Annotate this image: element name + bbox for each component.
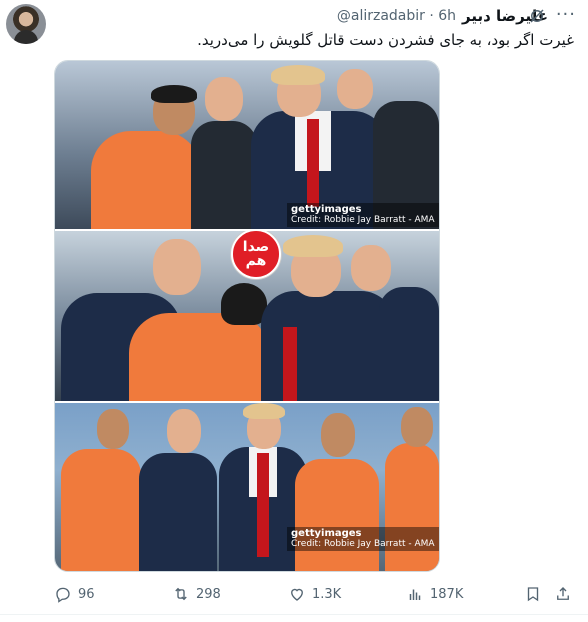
referee-figure <box>129 313 269 401</box>
bookmark-icon <box>527 587 539 602</box>
referee-head-1 <box>97 409 129 449</box>
referee-figure-2 <box>295 459 379 571</box>
views-button[interactable]: 187K <box>406 580 463 608</box>
referee-hair <box>151 85 197 103</box>
suited-man-figure <box>261 291 395 401</box>
repost-icon <box>175 587 187 601</box>
official-figure <box>139 453 217 571</box>
share-button[interactable] <box>554 580 578 608</box>
like-button[interactable]: 1.3K <box>288 580 341 608</box>
referee-head-3 <box>401 407 433 447</box>
official-head <box>153 239 201 295</box>
referee-head <box>221 283 267 325</box>
red-tie <box>307 119 319 207</box>
divider <box>0 614 588 615</box>
author-handle-time[interactable]: @alirzadabir · 6h <box>337 8 456 24</box>
red-tie <box>257 453 269 557</box>
red-tie <box>283 327 297 401</box>
official-figure <box>191 121 257 229</box>
tweet-text: غیرت اگر بود، به جای فشردن دست قاتل گلوی… <box>197 31 574 49</box>
grok-icon[interactable] <box>528 7 546 25</box>
views-icon <box>409 589 421 600</box>
bodyguard-figure <box>379 287 439 401</box>
referee-figure <box>91 131 201 229</box>
sedaham-logo: صدا هم <box>231 231 281 279</box>
repost-count: 298 <box>196 586 221 602</box>
like-count: 1.3K <box>312 586 342 602</box>
action-bar: 96 298 1.3K 187K <box>54 580 578 608</box>
bookmark-button[interactable] <box>524 580 548 608</box>
avatar[interactable] <box>6 4 46 44</box>
bodyguard-head <box>351 245 391 291</box>
suited-man-hair <box>283 235 343 257</box>
share-icon <box>557 587 569 600</box>
repost-button[interactable]: 298 <box>172 580 221 608</box>
reply-icon <box>56 587 70 603</box>
reply-button[interactable]: 96 <box>54 580 95 608</box>
bodyguard-head <box>337 69 373 109</box>
photo-handshake[interactable]: gettyimages Credit: Robbie Jay Barratt -… <box>55 61 439 229</box>
tweet-media[interactable]: gettyimages Credit: Robbie Jay Barratt -… <box>54 60 440 572</box>
official-head <box>167 409 201 453</box>
heart-icon <box>291 588 303 601</box>
photo-medal[interactable]: صدا هم <box>55 231 439 401</box>
reply-count: 96 <box>78 586 95 602</box>
official-head <box>205 77 243 121</box>
photo-group[interactable]: gettyimages Credit: Robbie Jay Barratt -… <box>55 403 439 571</box>
referee-figure-3 <box>385 443 439 571</box>
more-icon[interactable]: ··· <box>556 6 576 24</box>
tweet: @alirzadabir · 6h علیرضا دبیر ··· غیرت ا… <box>0 0 588 622</box>
views-count: 187K <box>430 586 464 602</box>
suited-man-hair <box>243 403 285 419</box>
referee-figure-1 <box>61 449 141 571</box>
referee-head-2 <box>321 413 355 457</box>
tweet-header: @alirzadabir · 6h علیرضا دبیر <box>56 6 548 26</box>
suited-man-hair <box>271 65 325 85</box>
getty-watermark: gettyimages Credit: Robbie Jay Barratt -… <box>287 527 439 551</box>
getty-watermark: gettyimages Credit: Robbie Jay Barratt -… <box>287 203 439 227</box>
